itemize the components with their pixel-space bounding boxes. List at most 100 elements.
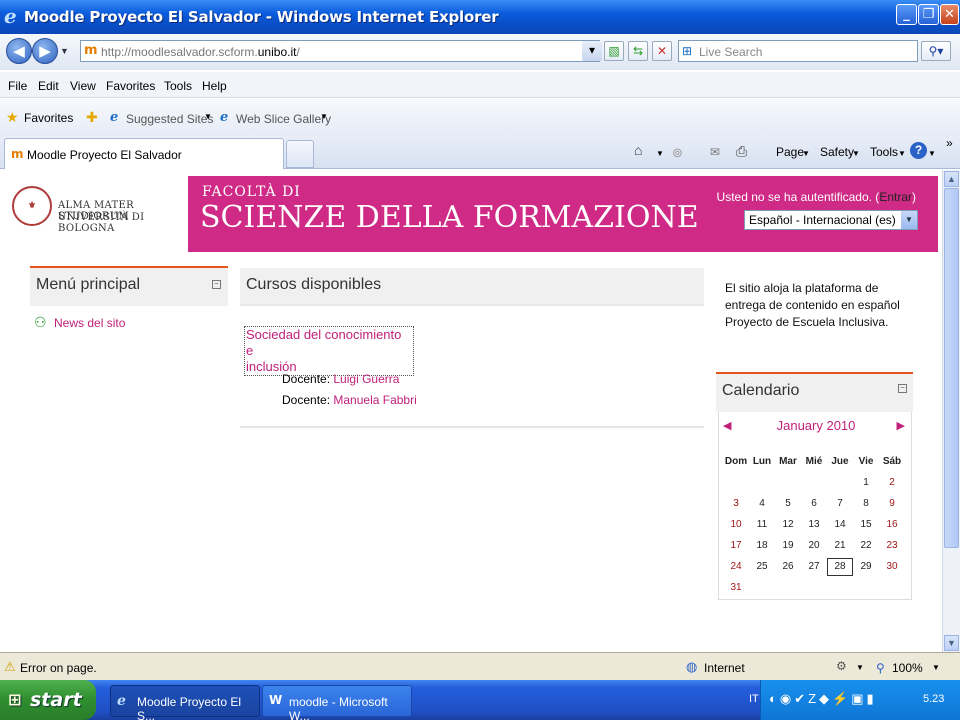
calendar-month[interactable]: January 2010 bbox=[719, 418, 913, 433]
teacher-link-guerra[interactable]: Luigi Guerra bbox=[333, 372, 399, 386]
menu-tools[interactable]: Tools bbox=[164, 79, 192, 93]
safety-menu[interactable]: Safety bbox=[820, 145, 854, 159]
maximize-button[interactable]: ❐ bbox=[918, 4, 939, 25]
menu-help[interactable]: Help bbox=[202, 79, 227, 93]
feeds-icon[interactable]: ⊚ bbox=[672, 145, 683, 161]
forward-button[interactable]: ▶ bbox=[32, 38, 58, 64]
suggested-sites-link[interactable]: Suggested Sites bbox=[126, 112, 213, 126]
login-link[interactable]: Entrar bbox=[879, 190, 912, 204]
protected-dropdown-icon[interactable]: ▼ bbox=[856, 663, 864, 672]
calendar-day[interactable]: 5 bbox=[775, 495, 801, 513]
menu-file[interactable]: File bbox=[8, 79, 27, 93]
help-dropdown-icon[interactable]: ▼ bbox=[928, 149, 936, 158]
calendar-day[interactable]: 14 bbox=[827, 516, 853, 534]
status-message[interactable]: Error on page. bbox=[20, 661, 97, 675]
calendar-day[interactable]: 1 bbox=[853, 474, 879, 492]
web-slice-gallery-link[interactable]: Web Slice Gallery bbox=[236, 112, 331, 126]
safety-dropdown-icon[interactable]: ▼ bbox=[852, 149, 860, 158]
search-button[interactable]: ⚲▾ bbox=[921, 41, 951, 61]
calendar-day[interactable]: 17 bbox=[723, 537, 749, 555]
calendar-day[interactable]: 29 bbox=[853, 558, 879, 576]
close-button[interactable]: ✕ bbox=[940, 4, 959, 25]
calendar-day[interactable]: 9 bbox=[879, 495, 905, 513]
calendar-day[interactable]: 23 bbox=[879, 537, 905, 555]
calendar-day[interactable]: 20 bbox=[801, 537, 827, 555]
search-input[interactable]: ⊞ Live Search bbox=[678, 40, 918, 62]
webslice-dropdown-icon[interactable]: ▼ bbox=[320, 112, 328, 121]
scroll-down-icon[interactable]: ▼ bbox=[944, 635, 959, 651]
more-commands-icon[interactable]: » bbox=[946, 136, 953, 150]
calendar-day[interactable]: 13 bbox=[801, 516, 827, 534]
calendar-day[interactable]: 31 bbox=[723, 579, 749, 597]
next-month-icon[interactable]: ▶ bbox=[897, 419, 905, 432]
protected-mode-icon[interactable]: ⚙ bbox=[836, 659, 847, 673]
calendar-day[interactable]: 30 bbox=[879, 558, 905, 576]
faculty-banner: FACOLTÀ DI SCIENZE DELLA FORMAZIONE Uste… bbox=[188, 176, 938, 252]
calendar-day[interactable]: 26 bbox=[775, 558, 801, 576]
calendar-day[interactable]: 2 bbox=[879, 474, 905, 492]
menu-edit[interactable]: Edit bbox=[38, 79, 59, 93]
calendar-day[interactable]: 25 bbox=[749, 558, 775, 576]
calendar-day[interactable]: 19 bbox=[775, 537, 801, 555]
calendar-day[interactable]: 24 bbox=[723, 558, 749, 576]
scroll-thumb[interactable] bbox=[944, 188, 959, 548]
language-select[interactable]: Español - Internacional (es) ▼ bbox=[744, 210, 918, 230]
help-icon[interactable]: ? bbox=[910, 142, 927, 159]
calendar-day[interactable]: 11 bbox=[749, 516, 775, 534]
warning-icon[interactable]: ⚠ bbox=[4, 659, 16, 675]
scroll-up-icon[interactable]: ▲ bbox=[944, 171, 959, 187]
zoom-dropdown-icon[interactable]: ▼ bbox=[932, 663, 940, 672]
page-menu[interactable]: Page bbox=[776, 145, 804, 159]
task-ie[interactable]: e Moodle Proyecto El S... bbox=[110, 685, 260, 720]
calendar-day[interactable]: 21 bbox=[827, 537, 853, 555]
back-button[interactable]: ◀ bbox=[6, 38, 32, 64]
print-icon[interactable]: ⎙ bbox=[736, 143, 747, 160]
news-link[interactable]: News del sito bbox=[54, 316, 125, 330]
tab-moodle[interactable]: m Moodle Proyecto El Salvador bbox=[4, 138, 284, 169]
calendar-day[interactable]: 15 bbox=[853, 516, 879, 534]
minimize-button[interactable]: _ bbox=[896, 4, 917, 25]
calendar-day[interactable]: 8 bbox=[853, 495, 879, 513]
calendar-day[interactable]: 10 bbox=[723, 516, 749, 534]
home-icon[interactable]: ⌂ bbox=[634, 142, 642, 158]
task-word[interactable]: W moodle - Microsoft W... bbox=[262, 685, 412, 720]
address-dropdown-button[interactable]: ▾ bbox=[582, 41, 602, 61]
compatibility-icon[interactable]: ▧ bbox=[604, 41, 624, 61]
menu-favorites[interactable]: Favorites bbox=[106, 79, 155, 93]
start-button[interactable]: ⊞ start bbox=[0, 680, 96, 720]
teacher-link-fabbri[interactable]: Manuela Fabbri bbox=[333, 393, 416, 407]
course-name-line1[interactable]: Sociedad del conocimiento e bbox=[246, 327, 401, 358]
address-input[interactable]: m http://moodlesalvador.scform.unibo.it/ bbox=[80, 40, 600, 62]
favorites-button[interactable]: Favorites bbox=[24, 111, 73, 125]
suggested-dropdown-icon[interactable]: ▼ bbox=[204, 112, 212, 121]
read-mail-icon[interactable]: ✉ bbox=[710, 145, 720, 159]
calendar-day[interactable]: 7 bbox=[827, 495, 853, 513]
refresh-icon[interactable]: ⇆ bbox=[628, 41, 648, 61]
home-dropdown-icon[interactable]: ▼ bbox=[656, 149, 664, 158]
tools-menu[interactable]: Tools bbox=[870, 145, 898, 159]
calendar-collapse-icon[interactable]: − bbox=[898, 384, 907, 393]
calendar-day[interactable]: 22 bbox=[853, 537, 879, 555]
course-link[interactable]: Sociedad del conocimiento e inclusión bbox=[244, 326, 414, 376]
calendar-day[interactable]: 4 bbox=[749, 495, 775, 513]
history-dropdown-icon[interactable]: ▼ bbox=[60, 46, 69, 56]
tray-clock[interactable]: 5.23 bbox=[923, 693, 944, 705]
calendar-day[interactable]: 12 bbox=[775, 516, 801, 534]
calendar-day[interactable]: 6 bbox=[801, 495, 827, 513]
calendar-day[interactable]: 3 bbox=[723, 495, 749, 513]
calendar-day[interactable]: 27 bbox=[801, 558, 827, 576]
tray-lang[interactable]: IT bbox=[749, 693, 759, 705]
page-dropdown-icon[interactable]: ▼ bbox=[802, 149, 810, 158]
new-tab-button[interactable] bbox=[286, 140, 314, 168]
main-menu-collapse-icon[interactable]: − bbox=[212, 280, 221, 289]
stop-icon[interactable]: ✕ bbox=[652, 41, 672, 61]
tools-dropdown-icon[interactable]: ▼ bbox=[898, 149, 906, 158]
tray-icons[interactable]: ◐◉✔Z◆⚡▣▮ bbox=[769, 691, 877, 707]
add-favorite-icon[interactable]: ✚ bbox=[86, 109, 98, 126]
zoom-level[interactable]: 100% bbox=[892, 661, 923, 675]
calendar-day[interactable]: 16 bbox=[879, 516, 905, 534]
menu-view[interactable]: View bbox=[70, 79, 96, 93]
calendar-day[interactable]: 18 bbox=[749, 537, 775, 555]
calendar-day-today[interactable]: 28 bbox=[827, 558, 853, 576]
vertical-scrollbar[interactable]: ▲ ▼ bbox=[942, 170, 960, 652]
